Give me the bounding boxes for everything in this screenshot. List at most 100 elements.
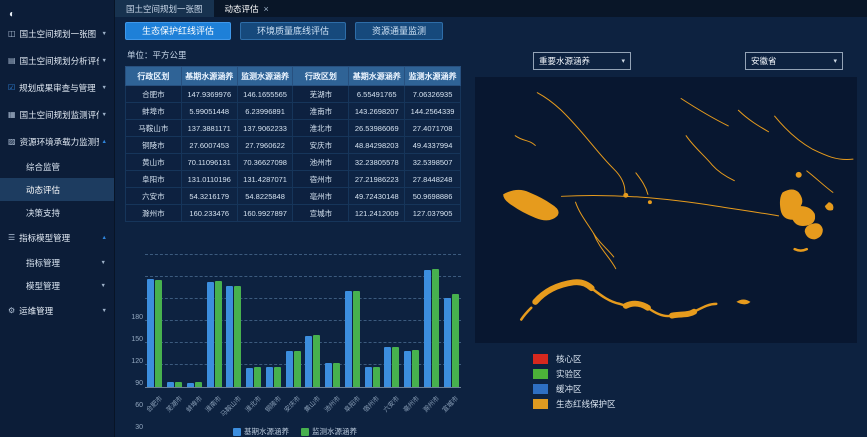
sidebar-subitem-dynamic-evaluation[interactable]: 动态评估 [0,178,114,201]
bar-group-黄山市[interactable] [303,256,323,387]
bar-monitored[interactable] [412,350,419,387]
sidebar-item-label: 国土空间规划一张图 [20,28,99,40]
bar-monitored[interactable] [353,291,360,387]
bar-monitored[interactable] [195,382,202,387]
bar-group-六安市[interactable] [382,256,402,387]
sidebar-subitem-label: 综合监管 [26,161,106,173]
bar-base-period[interactable] [187,383,194,387]
legend-swatch [233,428,241,436]
column-header: 基期水源涵养 [349,67,405,86]
sidebar-subitem-model-management[interactable]: 模型管理▼ [0,274,114,297]
sidebar-item-indicator-model-management[interactable]: ☰指标模型管理▲ [0,224,114,251]
bar-monitored[interactable] [313,335,320,387]
bar-base-period[interactable] [404,351,411,387]
region-cell: 合肥市 [126,86,182,103]
region-cell: 宣城市 [293,205,349,222]
sidebar-item-one-map[interactable]: ◫国土空间规划一张图▼ [0,20,114,47]
bar-group-铜陵市[interactable] [264,256,284,387]
bar-group-马鞍山市[interactable] [224,256,244,387]
sidebar-item-analysis-evaluation[interactable]: ▤国土空间规划分析评价▼ [0,47,114,74]
bar-monitored[interactable] [392,347,399,387]
sidebar-item-ops-management[interactable]: ⚙运维管理▼ [0,297,114,324]
tab-动态评估[interactable]: 动态评估× [214,0,280,17]
bar-base-period[interactable] [246,368,253,387]
bar-base-period[interactable] [365,367,372,387]
bar-base-period[interactable] [444,298,451,387]
map-legend-label: 缓冲区 [556,383,582,395]
chart-legend-item[interactable]: 基期水源涵养 [233,426,289,437]
bar-monitored[interactable] [333,363,340,387]
table-header-row: 行政区划基期水源涵养监测水源涵养行政区划基期水源涵养监测水源涵养 [126,67,461,86]
table-row: 六安市54.321617954.8225848亳州市49.7243014850.… [126,188,461,205]
bar-group-安庆市[interactable] [283,256,303,387]
bar-group-滁州市[interactable] [422,256,442,387]
value-cell: 137.9062233 [237,120,293,137]
bar-group-亳州市[interactable] [402,256,422,387]
table-row: 合肥市147.9369976146.1655565芜湖市6.554917657.… [126,86,461,103]
bar-monitored[interactable] [294,351,301,387]
bar-monitored[interactable] [452,294,459,387]
unit-label: 单位：平方公里 [127,49,463,61]
value-cell: 27.4071708 [405,120,461,137]
sidebar-item-capacity-monitor-warning[interactable]: ▨资源环境承载力监测预警▲ [0,128,114,155]
table-row: 蚌埠市5.990514486.23996891淮南市143.2698207144… [126,103,461,120]
sidebar-item-monitor-evaluate-warning[interactable]: ▦国土空间规划监测评估预警▼ [0,101,114,128]
bar-base-period[interactable] [167,382,174,387]
bar-monitored[interactable] [254,367,261,387]
evaluation-button[interactable]: 资源通量监测 [355,22,443,40]
app-root: ◐ ◫国土空间规划一张图▼▤国土空间规划分析评价▼☑规划成果审查与管理▼▦国土空… [0,0,867,437]
bar-monitored[interactable] [373,367,380,387]
value-cell: 6.23996891 [237,103,293,120]
bar-group-池州市[interactable] [323,256,343,387]
legend-swatch [533,399,548,409]
bar-group-合肥市[interactable] [145,256,165,387]
bar-monitored[interactable] [432,269,439,387]
bar-monitored[interactable] [155,280,162,387]
bar-base-period[interactable] [207,282,214,387]
bar-group-宣城市[interactable] [441,256,461,387]
sidebar-item-review-management[interactable]: ☑规划成果审查与管理▼ [0,74,114,101]
value-cell: 27.21986223 [349,171,405,188]
evaluation-button[interactable]: 环境质量底线评估 [240,22,346,40]
sidebar-subitem-decision-support[interactable]: 决策支持 [0,201,114,224]
evaluation-button[interactable]: 生态保护红线评估 [125,22,231,40]
map-legend-item: 实验区 [533,366,857,381]
bar-base-period[interactable] [305,336,312,387]
chevron-up-icon: ▲ [102,139,107,145]
column-header: 监测水源涵养 [237,67,293,86]
bar-base-period[interactable] [286,351,293,387]
bar-group-芜湖市[interactable] [165,256,185,387]
value-cell: 147.9369976 [181,86,237,103]
bar-base-period[interactable] [226,286,233,387]
bar-monitored[interactable] [234,286,241,387]
map-visualization[interactable] [475,77,857,343]
bar-group-阜阳市[interactable] [343,256,363,387]
indicator-select[interactable]: 重要水源涵养▾ [533,52,631,70]
bar-base-period[interactable] [345,291,352,387]
value-cell: 127.037905 [405,205,461,222]
bar-group-淮北市[interactable] [244,256,264,387]
region-select[interactable]: 安徽省▾ [745,52,843,70]
tab-close-icon[interactable]: × [264,4,269,14]
bar-group-宿州市[interactable] [362,256,382,387]
chart-legend-item[interactable]: 监测水源涵养 [301,426,357,437]
bar-base-period[interactable] [384,347,391,387]
bar-base-period[interactable] [424,270,431,388]
bar-base-period[interactable] [147,279,154,387]
sidebar-item-label: 运维管理 [19,305,98,317]
x-axis-tick-label: 安庆市 [282,393,303,414]
capacity-icon: ▨ [8,137,16,146]
sidebar-collapse-button[interactable]: ◐ [0,2,114,20]
sidebar-subitem-comprehensive-supervision[interactable]: 综合监管 [0,155,114,178]
bar-monitored[interactable] [175,382,182,387]
x-axis-tick-label: 马鞍山市 [218,393,243,418]
bar-base-period[interactable] [266,367,273,387]
bar-base-period[interactable] [325,363,332,387]
bar-monitored[interactable] [215,281,222,387]
bar-monitored[interactable] [274,367,281,387]
sidebar-subitem-indicator-management[interactable]: 指标管理▼ [0,251,114,274]
bar-group-蚌埠市[interactable] [185,256,205,387]
value-cell: 32.5398507 [405,154,461,171]
bar-group-淮南市[interactable] [204,256,224,387]
tab-国土空间规划一张图[interactable]: 国土空间规划一张图 [115,0,214,17]
